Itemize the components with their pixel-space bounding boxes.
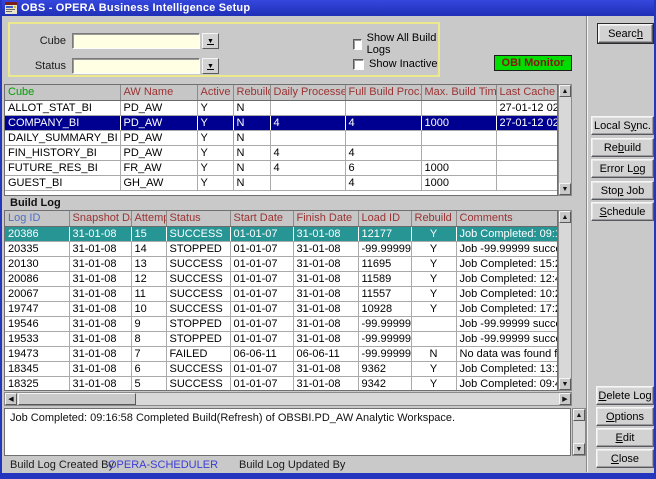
local-sync-button[interactable]: Local Sync. bbox=[591, 116, 654, 135]
table-row[interactable]: 2006731-01-0811SUCCESS01-01-0731-01-0811… bbox=[5, 286, 558, 301]
table-row[interactable]: ALLOT_STAT_BIPD_AWYN27-01-12 02:05 PM bbox=[5, 100, 558, 115]
show-inactive-label: Show Inactive bbox=[369, 58, 437, 70]
build-log-vertical-scrollbar[interactable]: ▲ ▼ bbox=[558, 210, 572, 391]
stop-job-button[interactable]: Stop Job bbox=[591, 181, 654, 200]
build-log-horizontal-scrollbar[interactable]: ◀ ▶ bbox=[4, 392, 572, 406]
scrollbar-thumb[interactable] bbox=[18, 393, 136, 405]
comments-vertical-scrollbar[interactable]: ▲ ▼ bbox=[572, 408, 586, 456]
scroll-left-icon[interactable]: ◀ bbox=[5, 393, 17, 405]
column-header[interactable]: Max. Build Time bbox=[421, 85, 496, 100]
dropdown-arrow-icon: ▼ bbox=[207, 63, 214, 70]
created-by-value: OPERA-SCHEDULER bbox=[108, 459, 218, 471]
column-header[interactable]: Load ID bbox=[358, 211, 411, 226]
table-row[interactable]: GUEST_BIGH_AWYN41000 bbox=[5, 175, 558, 190]
title-bar[interactable]: OBS - OPERA Business Intelligence Setup bbox=[2, 0, 654, 16]
scroll-down-icon[interactable]: ▼ bbox=[573, 443, 585, 455]
scroll-down-icon[interactable]: ▼ bbox=[559, 378, 571, 390]
table-row[interactable]: COMPANY_BIPD_AWYN44100027-01-12 02:05 PM bbox=[5, 115, 558, 130]
status-label: Status bbox=[20, 60, 66, 72]
window-title: OBS - OPERA Business Intelligence Setup bbox=[21, 2, 250, 14]
close-button[interactable]: Close bbox=[596, 449, 654, 468]
table-row[interactable]: 2008631-01-0812SUCCESS01-01-0731-01-0811… bbox=[5, 271, 558, 286]
filter-panel: Cube ▼ Status ▼ Show All Build Logs Show… bbox=[8, 22, 440, 77]
checkbox-icon bbox=[353, 39, 362, 50]
window-bottom-border bbox=[2, 473, 654, 479]
column-header[interactable]: Start Date bbox=[230, 211, 293, 226]
show-inactive-checkbox[interactable]: Show Inactive bbox=[353, 58, 437, 70]
scroll-up-icon[interactable]: ▲ bbox=[559, 211, 571, 223]
scroll-up-icon[interactable]: ▲ bbox=[573, 409, 585, 421]
delete-log-button[interactable]: Delete Log bbox=[596, 386, 654, 405]
dropdown-arrow-icon: ▼ bbox=[207, 38, 214, 45]
table-row[interactable]: 1974731-01-0810SUCCESS01-01-0731-01-0810… bbox=[5, 301, 558, 316]
column-header[interactable]: Cube bbox=[5, 85, 120, 100]
checkbox-icon bbox=[353, 59, 364, 70]
column-header[interactable]: Full Build Proc. bbox=[345, 85, 421, 100]
scroll-down-icon[interactable]: ▼ bbox=[559, 183, 571, 195]
table-row[interactable]: DAILY_SUMMARY_BIPD_AWYN bbox=[5, 130, 558, 145]
column-header[interactable]: AW Name bbox=[120, 85, 197, 100]
app-icon bbox=[5, 2, 17, 14]
cube-dropdown-button[interactable]: ▼ bbox=[202, 33, 219, 49]
table-row[interactable]: 1834531-01-086SUCCESS01-01-0731-01-08936… bbox=[5, 361, 558, 376]
edit-button[interactable]: Edit bbox=[596, 428, 654, 447]
scroll-right-icon[interactable]: ▶ bbox=[559, 393, 571, 405]
updated-by-label: Build Log Updated By bbox=[239, 459, 345, 471]
obi-monitor-indicator[interactable]: OBI Monitor bbox=[494, 55, 572, 71]
cube-table-vertical-scrollbar[interactable]: ▲ ▼ bbox=[558, 84, 572, 196]
status-bar: Build Log Created By OPERA-SCHEDULER Bui… bbox=[2, 457, 586, 472]
table-row[interactable]: 2038631-01-0815SUCCESS01-01-0731-01-0812… bbox=[5, 226, 558, 241]
show-all-build-logs-label: Show All Build Logs bbox=[367, 32, 438, 56]
comments-box[interactable]: Job Completed: 09:16:58 Completed Build(… bbox=[4, 408, 571, 456]
column-header[interactable]: Comments bbox=[456, 211, 558, 226]
column-header[interactable]: Status bbox=[166, 211, 230, 226]
table-row[interactable]: 1947331-01-087FAILED06-06-1106-06-11-99.… bbox=[5, 346, 558, 361]
app-window: OBS - OPERA Business Intelligence Setup … bbox=[0, 0, 656, 479]
scroll-up-icon[interactable]: ▲ bbox=[559, 85, 571, 97]
table-row[interactable]: 2033531-01-0814STOPPED01-01-0731-01-08-9… bbox=[5, 241, 558, 256]
options-button[interactable]: Options bbox=[596, 407, 654, 426]
table-row[interactable]: 2013031-01-0813SUCCESS01-01-0731-01-0811… bbox=[5, 256, 558, 271]
column-header[interactable]: Active bbox=[197, 85, 233, 100]
cube-input[interactable] bbox=[72, 33, 200, 49]
column-header[interactable]: Attempt bbox=[131, 211, 166, 226]
table-row[interactable]: FUTURE_RES_BIFR_AWYN461000 bbox=[5, 160, 558, 175]
status-input[interactable] bbox=[72, 58, 200, 74]
column-header[interactable]: Last Cache Clear bbox=[496, 85, 558, 100]
search-button[interactable]: Search bbox=[598, 24, 653, 43]
show-all-build-logs-checkbox[interactable]: Show All Build Logs bbox=[353, 32, 438, 56]
status-dropdown-button[interactable]: ▼ bbox=[202, 58, 219, 74]
rebuild-button[interactable]: Rebuild bbox=[591, 138, 654, 157]
build-log-table: Log IDSnapshot DateAttemptStatusStart Da… bbox=[4, 210, 558, 391]
column-header[interactable]: Snapshot Date bbox=[69, 211, 131, 226]
column-header[interactable]: Finish Date bbox=[293, 211, 358, 226]
created-by-label: Build Log Created By bbox=[10, 459, 114, 471]
column-header[interactable]: Rebuild bbox=[411, 211, 456, 226]
cube-label: Cube bbox=[20, 35, 66, 47]
table-row[interactable]: 1832531-01-085SUCCESS01-01-0731-01-08934… bbox=[5, 376, 558, 391]
column-header[interactable]: Rebuild bbox=[233, 85, 270, 100]
cube-table: CubeAW NameActiveRebuildDaily ProcessesF… bbox=[4, 84, 558, 196]
side-panel-divider bbox=[586, 16, 588, 472]
table-row[interactable]: 1954631-01-089STOPPED01-01-0731-01-08-99… bbox=[5, 316, 558, 331]
column-header[interactable]: Daily Processes bbox=[270, 85, 345, 100]
schedule-button[interactable]: Schedule bbox=[591, 202, 654, 221]
build-log-section-label: Build Log bbox=[10, 197, 61, 209]
error-log-button[interactable]: Error Log bbox=[591, 159, 654, 178]
table-row[interactable]: 1953331-01-088STOPPED01-01-0731-01-08-99… bbox=[5, 331, 558, 346]
column-header[interactable]: Log ID bbox=[5, 211, 69, 226]
table-row[interactable]: FIN_HISTORY_BIPD_AWYN44 bbox=[5, 145, 558, 160]
